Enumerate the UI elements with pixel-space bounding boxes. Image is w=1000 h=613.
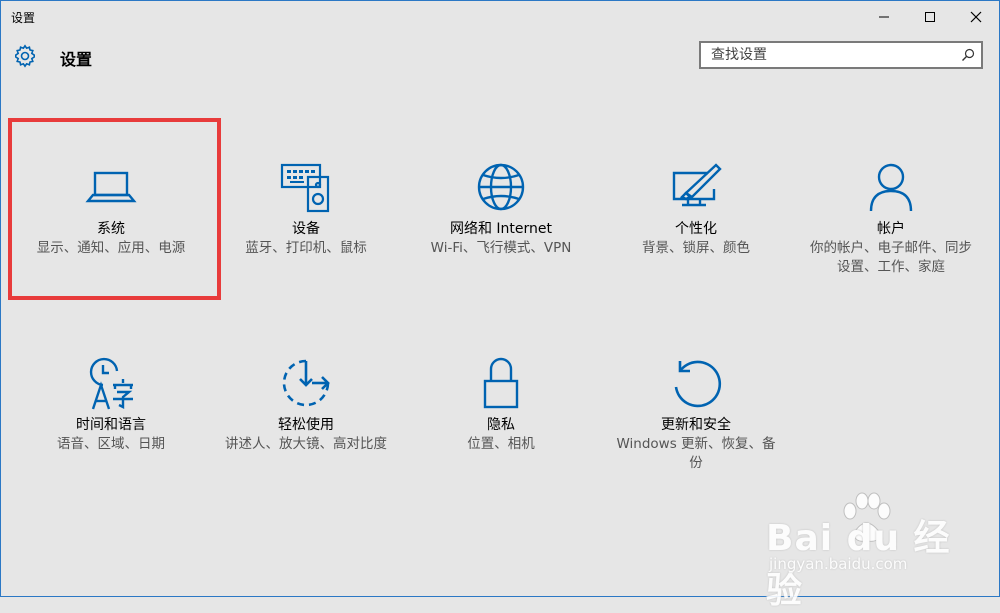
tile-description: Windows 更新、恢复、备份 [616,436,776,471]
tile-privacy[interactable]: 隐私 位置、相机 [401,355,601,454]
settings-window: 设置 设置 系统 显示、通知、应用、电源 [0,0,1000,611]
tile-description: 讲述人、放大镜、高对比度 [225,436,387,452]
maximize-icon [925,12,935,22]
tile-description: 背景、锁屏、颜色 [642,240,750,256]
tile-network[interactable]: 网络和 Internet Wi-Fi、飞行模式、VPN [401,159,601,258]
tile-description: Wi-Fi、飞行模式、VPN [430,240,572,256]
gear-icon [15,44,35,68]
person-icon [869,163,913,212]
tile-devices[interactable]: 设备 蓝牙、打印机、鼠标 [206,159,406,258]
tile-name: 帐户 [877,221,905,237]
minimize-button[interactable] [861,1,907,33]
tile-description: 你的帐户、电子邮件、同步设置、工作、家庭 [810,240,972,275]
tile-name: 设备 [292,221,320,237]
tile-name: 隐私 [487,417,515,433]
search-icon[interactable] [961,48,975,62]
tile-name: 网络和 Internet [449,221,553,237]
window-title: 设置 [11,11,36,25]
globe-icon [477,163,525,211]
search-box[interactable] [699,41,983,69]
highlight-box [8,118,221,300]
title-bar: 设置 [1,1,999,33]
tile-name: 时间和语言 [76,417,146,433]
tile-description: 语音、区域、日期 [57,436,165,452]
maximize-button[interactable] [907,1,953,33]
close-icon [970,11,982,23]
tile-time-language[interactable]: 时间和语言 语音、区域、日期 [11,355,211,454]
search-input[interactable] [701,43,961,67]
tile-description: 位置、相机 [467,436,535,452]
time-language-icon [89,357,133,410]
lock-icon [483,357,519,409]
tile-description: 蓝牙、打印机、鼠标 [245,240,367,256]
tile-name: 轻松使用 [278,417,334,433]
tile-update-security[interactable]: 更新和安全 Windows 更新、恢复、备份 [596,355,796,473]
watermark: Bai du 经验 jingyan.baidu.com [766,489,956,611]
tile-name: 更新和安全 [661,417,731,433]
tile-personalization[interactable]: 个性化 背景、锁屏、颜色 [596,159,796,258]
close-button[interactable] [953,1,999,33]
page-title: 设置 [60,50,93,69]
tile-ease-of-access[interactable]: 轻松使用 讲述人、放大镜、高对比度 [206,355,406,454]
ease-of-access-icon [282,359,330,407]
watermark-url: jingyan.baidu.com [769,555,908,573]
minimize-icon [879,16,889,18]
tile-accounts[interactable]: 帐户 你的帐户、电子邮件、同步设置、工作、家庭 [791,159,991,277]
tile-name: 个性化 [675,221,717,237]
personalization-icon [672,163,722,207]
update-icon [674,360,722,408]
devices-icon [280,163,330,213]
